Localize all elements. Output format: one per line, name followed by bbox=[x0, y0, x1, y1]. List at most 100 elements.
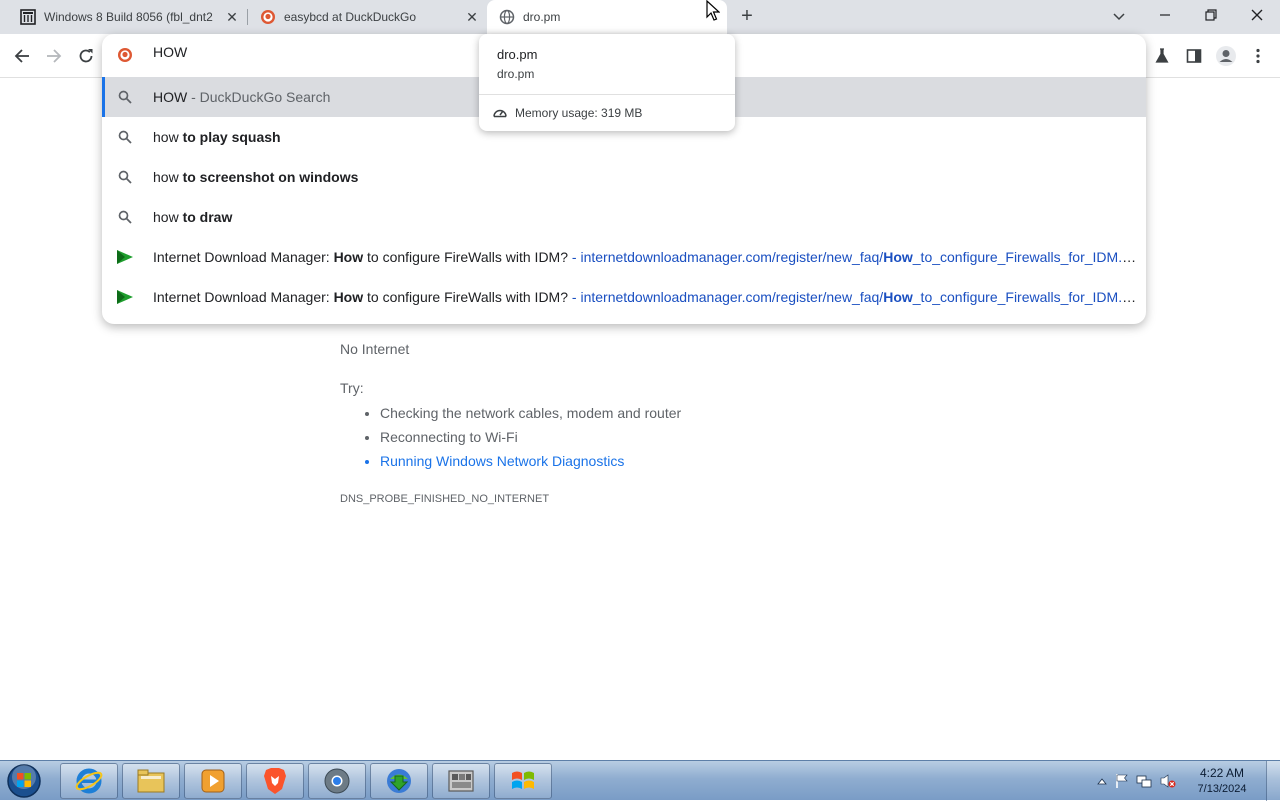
taskbar-internet-explorer[interactable] bbox=[60, 763, 118, 799]
page-url-part: internetdownloadmanager.com/register/new… bbox=[580, 289, 884, 305]
close-tab-icon[interactable]: ✕ bbox=[464, 9, 480, 25]
page-title-part: to configure FireWalls with IDM? bbox=[363, 289, 568, 305]
brave-icon bbox=[264, 768, 286, 794]
avatar-icon bbox=[1216, 46, 1236, 66]
suggestion-completion: to screenshot on windows bbox=[178, 169, 359, 185]
tab-easybcd-duckduckgo[interactable]: easybcd at DuckDuckGo ✕ bbox=[240, 0, 488, 34]
close-tab-icon[interactable]: ✕ bbox=[224, 9, 240, 25]
restore-button[interactable] bbox=[1188, 0, 1234, 30]
tab-strip: Windows 8 Build 8056 (fbl_dnt2 ✕ easybcd… bbox=[0, 0, 1280, 34]
forward-button[interactable] bbox=[40, 42, 68, 70]
divider bbox=[479, 94, 735, 95]
search-icon bbox=[116, 128, 134, 146]
clock-date[interactable]: 7/13/2024 bbox=[1190, 783, 1254, 795]
reload-button[interactable] bbox=[72, 42, 100, 70]
suggestion-source: - DuckDuckGo Search bbox=[187, 89, 331, 105]
suggestion-completion: to play squash bbox=[178, 129, 281, 145]
taskbar-windows-app[interactable] bbox=[494, 763, 552, 799]
show-hidden-icons-button[interactable] bbox=[1094, 773, 1110, 789]
new-tab-button[interactable]: + bbox=[736, 6, 758, 28]
close-window-button[interactable] bbox=[1234, 0, 1280, 30]
volume-muted-icon bbox=[1160, 774, 1176, 788]
menu-button[interactable] bbox=[1246, 44, 1270, 68]
start-button[interactable] bbox=[4, 762, 44, 800]
action-center-icon[interactable] bbox=[1114, 773, 1130, 789]
hover-card-title: dro.pm bbox=[497, 47, 538, 62]
history-suggestion-row[interactable]: Internet Download Manager: How to config… bbox=[102, 277, 1146, 317]
page-url-part: internetdownloadmanager.com/register/new… bbox=[580, 249, 884, 265]
list-item: Reconnecting to Wi-Fi bbox=[380, 428, 681, 452]
idm-icon bbox=[116, 288, 134, 306]
suggestion-row[interactable]: how to draw bbox=[102, 197, 1146, 237]
chevron-down-icon bbox=[1113, 13, 1125, 21]
idm-icon bbox=[387, 769, 411, 793]
error-code: DNS_PROBE_FINISHED_NO_INTERNET bbox=[340, 493, 550, 505]
taskbar-file-explorer[interactable] bbox=[122, 763, 180, 799]
taskbar-media-player[interactable] bbox=[184, 763, 242, 799]
suggestion-prefix: how bbox=[153, 129, 179, 145]
suggestion-text: Internet Download Manager: How to config… bbox=[153, 249, 1138, 265]
restore-icon bbox=[1205, 9, 1217, 21]
suggestion-completion: to draw bbox=[178, 209, 233, 225]
page-title-match: How bbox=[333, 289, 364, 305]
mouse-cursor-icon bbox=[706, 0, 720, 21]
page-url-match: How bbox=[883, 249, 913, 265]
separator: - bbox=[568, 249, 581, 265]
arrow-left-icon bbox=[14, 49, 29, 63]
suggestion-text: how to draw bbox=[153, 209, 1138, 225]
list-item: Checking the network cables, modem and r… bbox=[380, 404, 681, 428]
media-player-icon bbox=[201, 769, 225, 793]
flag-icon bbox=[1116, 774, 1128, 788]
page-title-match: How bbox=[333, 249, 364, 265]
chevron-up-icon bbox=[1097, 778, 1107, 785]
network-icon[interactable] bbox=[1136, 773, 1152, 789]
archive-icon bbox=[20, 9, 36, 25]
tab-title: Windows 8 Build 8056 (fbl_dnt2 bbox=[44, 10, 213, 24]
search-icon bbox=[116, 88, 134, 106]
suggestion-prefix: how bbox=[153, 209, 179, 225]
history-suggestion-row[interactable]: Internet Download Manager: How to config… bbox=[102, 237, 1146, 277]
search-icon bbox=[116, 168, 134, 186]
duckduckgo-icon bbox=[260, 9, 276, 25]
page-url-part: _to_configure_Firewalls_for_IDM.html bbox=[912, 249, 1138, 265]
volume-icon[interactable] bbox=[1160, 773, 1176, 789]
hover-card-domain: dro.pm bbox=[497, 67, 535, 81]
tab-hover-card: dro.pm dro.pm Memory usage: 319 MB bbox=[479, 34, 735, 131]
duckduckgo-icon bbox=[118, 48, 132, 62]
internet-explorer-icon bbox=[75, 768, 103, 794]
error-suggestion-list: Checking the network cables, modem and r… bbox=[380, 404, 681, 476]
windows-orb-icon bbox=[7, 764, 41, 798]
minimize-button[interactable] bbox=[1142, 0, 1188, 30]
taskbar-idm[interactable] bbox=[370, 763, 428, 799]
windows-8-archive-icon bbox=[448, 770, 474, 792]
taskbar-brave[interactable] bbox=[246, 763, 304, 799]
page-title-part: to configure FireWalls with IDM? bbox=[363, 249, 568, 265]
more-vert-icon bbox=[1256, 48, 1260, 64]
error-heading: No Internet bbox=[340, 341, 410, 357]
arrow-right-icon bbox=[47, 49, 62, 63]
side-panel-button[interactable] bbox=[1182, 44, 1206, 68]
tab-search-button[interactable] bbox=[1108, 6, 1130, 28]
tab-title: dro.pm bbox=[523, 10, 561, 24]
taskbar-archive-app[interactable] bbox=[432, 763, 490, 799]
clock-time[interactable]: 4:22 AM bbox=[1194, 766, 1250, 780]
memory-usage: Memory usage: 319 MB bbox=[515, 106, 643, 120]
tab-dro-pm[interactable]: dro.pm bbox=[487, 0, 727, 34]
gauge-icon bbox=[493, 109, 507, 118]
suggestion-prefix: how bbox=[153, 169, 179, 185]
taskbar: 4:22 AM 7/13/2024 bbox=[0, 760, 1280, 801]
taskbar-chrome[interactable] bbox=[308, 763, 366, 799]
profile-button[interactable] bbox=[1214, 44, 1238, 68]
flask-icon bbox=[1155, 48, 1169, 63]
show-desktop-button[interactable] bbox=[1266, 761, 1280, 801]
tab-windows8-build[interactable]: Windows 8 Build 8056 (fbl_dnt2 ✕ bbox=[0, 0, 248, 34]
windows-logo-icon bbox=[512, 771, 534, 789]
page-url-match: How bbox=[883, 289, 913, 305]
network-diagnostics-link[interactable]: Running Windows Network Diagnostics bbox=[380, 452, 681, 476]
file-explorer-icon bbox=[137, 769, 165, 793]
back-button[interactable] bbox=[8, 42, 36, 70]
extensions-button[interactable] bbox=[1150, 44, 1174, 68]
suggestion-text: Internet Download Manager: How to config… bbox=[153, 289, 1138, 305]
reload-icon bbox=[79, 49, 93, 63]
suggestion-row[interactable]: how to screenshot on windows bbox=[102, 157, 1146, 197]
